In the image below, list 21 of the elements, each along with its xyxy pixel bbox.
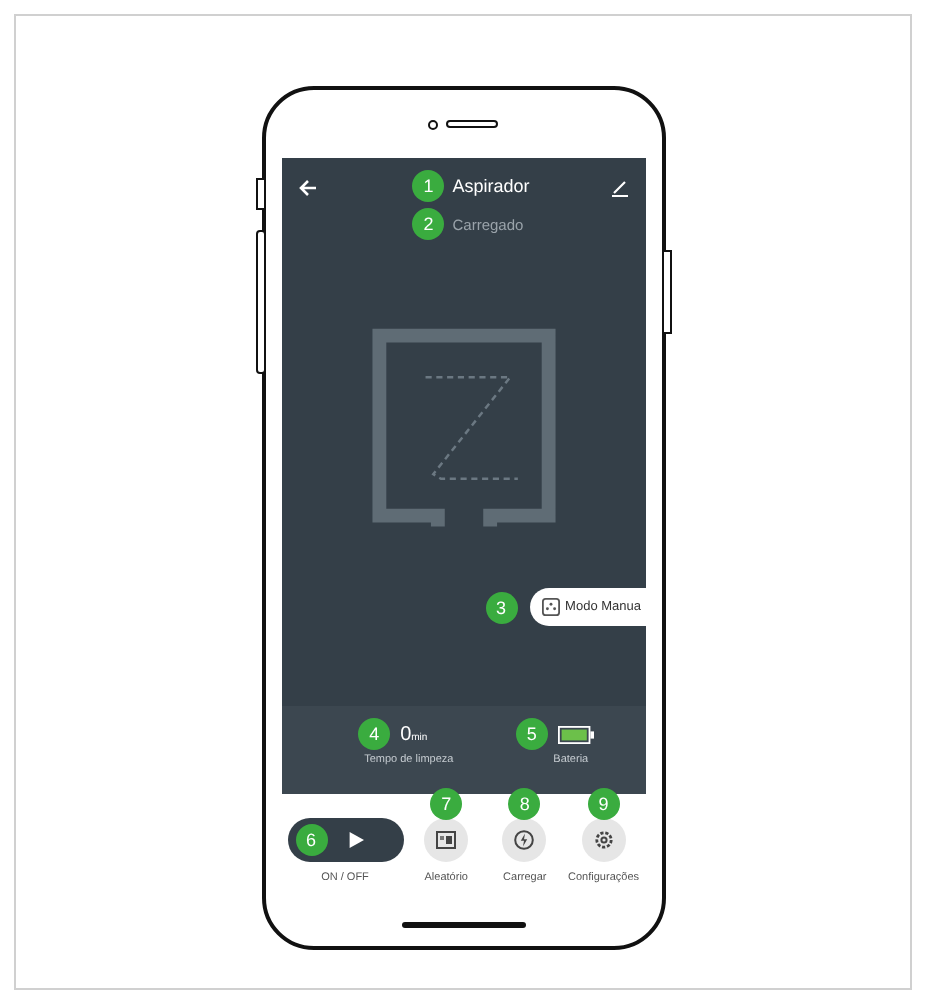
action-button[interactable] [424,818,469,862]
device-title: Aspirador [452,176,530,196]
play-icon [347,832,363,848]
battery-icon [557,725,594,743]
lightning-icon [514,830,535,850]
home-indicator [401,922,525,928]
number-badge: 2 [412,208,445,240]
edit-icon[interactable] [609,178,629,198]
action-button[interactable] [502,818,547,862]
number-badge: 7 [430,788,463,820]
number-badge: 6 [295,824,327,856]
action-button[interactable] [581,818,626,862]
number-badge: 8 [508,788,541,820]
speaker-icon [428,118,498,130]
number-badge: 4 [358,718,391,750]
number-badge: 5 [515,718,548,750]
number-badge: 3 [485,591,518,623]
settings-icon [593,830,614,850]
number-badge: 1 [412,170,445,202]
number-badge: 9 [587,788,620,820]
back-icon[interactable] [297,178,317,198]
